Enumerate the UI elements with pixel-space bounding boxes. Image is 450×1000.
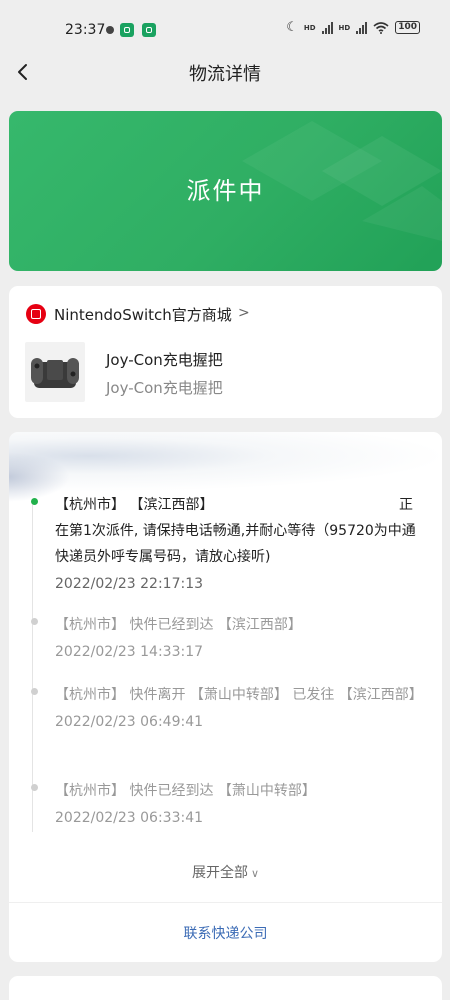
nav-header: 物流详情 — [0, 50, 450, 94]
status-icons: ☾ HD HD 100 — [286, 20, 420, 35]
expand-all-label: 展开全部 — [191, 865, 248, 881]
redacted-region — [238, 492, 408, 516]
status-time: 23:37 — [65, 22, 106, 38]
divider — [9, 902, 442, 903]
nintendo-switch-logo-icon — [26, 304, 46, 324]
timeline-event-time: 2022/02/23 14:33:17 — [55, 644, 204, 660]
wifi-icon — [373, 21, 389, 34]
timeline-event-time: 2022/02/23 06:49:41 — [55, 714, 204, 730]
notification-dot-icon — [106, 26, 114, 34]
timeline-dot — [31, 618, 38, 625]
timeline-event: 【杭州市】 快件已经到达 【萧山中转部】 2022/02/23 06:33:41 — [31, 778, 425, 829]
contact-courier-button[interactable]: 联系快递公司 — [9, 923, 442, 943]
event-location: 【杭州市】 【滨江西部】 — [55, 497, 214, 513]
timeline-event-text: 【杭州市】 【滨江西部】 正 在第1次派件, 请保持电话畅通,并耐心等待（957… — [55, 492, 425, 570]
signal-icon — [321, 21, 333, 34]
delivery-status-banner: 派件中 — [9, 111, 442, 271]
timeline-dot — [31, 498, 38, 505]
product-name: Joy-Con充电握把 — [106, 351, 223, 369]
delivery-status-text: 派件中 — [186, 177, 265, 205]
timeline-event: 【杭州市】 快件已经到达 【滨江西部】 2022/02/23 14:33:17 — [31, 612, 425, 663]
event-text-continued: 在第1次派件, 请保持电话畅通,并耐心等待（95720为中通快递员外呼专属号码，… — [55, 523, 416, 565]
chevron-right-icon[interactable]: > — [238, 305, 250, 321]
store-name[interactable]: NintendoSwitch官方商城 — [54, 304, 232, 325]
product-image[interactable] — [25, 342, 85, 402]
signal-icon-2 — [356, 21, 368, 34]
page-title: 物流详情 — [189, 64, 261, 85]
tracking-timeline-card: 【杭州市】 【滨江西部】 正 在第1次派件, 请保持电话畅通,并耐心等待（957… — [9, 432, 442, 962]
chevron-down-icon: ∨ — [250, 867, 260, 880]
next-card — [9, 976, 442, 1000]
product-spec: Joy-Con充电握把 — [106, 379, 223, 397]
timeline-dot — [31, 688, 38, 695]
joy-con-grip-icon — [31, 358, 79, 388]
timeline-dot — [31, 784, 38, 791]
timeline-line — [32, 502, 33, 832]
timeline-event: 【杭州市】 【滨江西部】 正 在第1次派件, 请保持电话畅通,并耐心等待（957… — [31, 492, 425, 595]
app-notification-icon — [120, 23, 134, 37]
expand-all-button[interactable]: 展开全部 ∨ — [9, 862, 442, 882]
hd-label-1: HD — [303, 23, 316, 32]
timeline-event: 【杭州市】 快件离开 【萧山中转部】 已发往 【滨江西部】 2022/02/23… — [31, 682, 425, 733]
do-not-disturb-icon: ☾ — [286, 20, 298, 35]
timeline-event-text: 【杭州市】 快件离开 【萧山中转部】 已发往 【滨江西部】 — [55, 687, 423, 703]
timeline-event-time: 2022/02/23 22:17:13 — [55, 576, 204, 592]
battery-indicator: 100 — [395, 21, 420, 34]
timeline-event-text: 【杭州市】 快件已经到达 【萧山中转部】 — [55, 783, 316, 799]
timeline-event-time: 2022/02/23 06:33:41 — [55, 810, 204, 826]
image-smudge — [9, 432, 442, 492]
event-text-tail: 正 — [399, 497, 413, 513]
order-product-card[interactable]: NintendoSwitch官方商城 > Joy-Con充电握把 Joy-Con… — [9, 286, 442, 418]
hd-label-2: HD — [338, 23, 351, 32]
timeline-event-text: 【杭州市】 快件已经到达 【滨江西部】 — [55, 617, 302, 633]
app-notification-icon-2 — [142, 23, 156, 37]
